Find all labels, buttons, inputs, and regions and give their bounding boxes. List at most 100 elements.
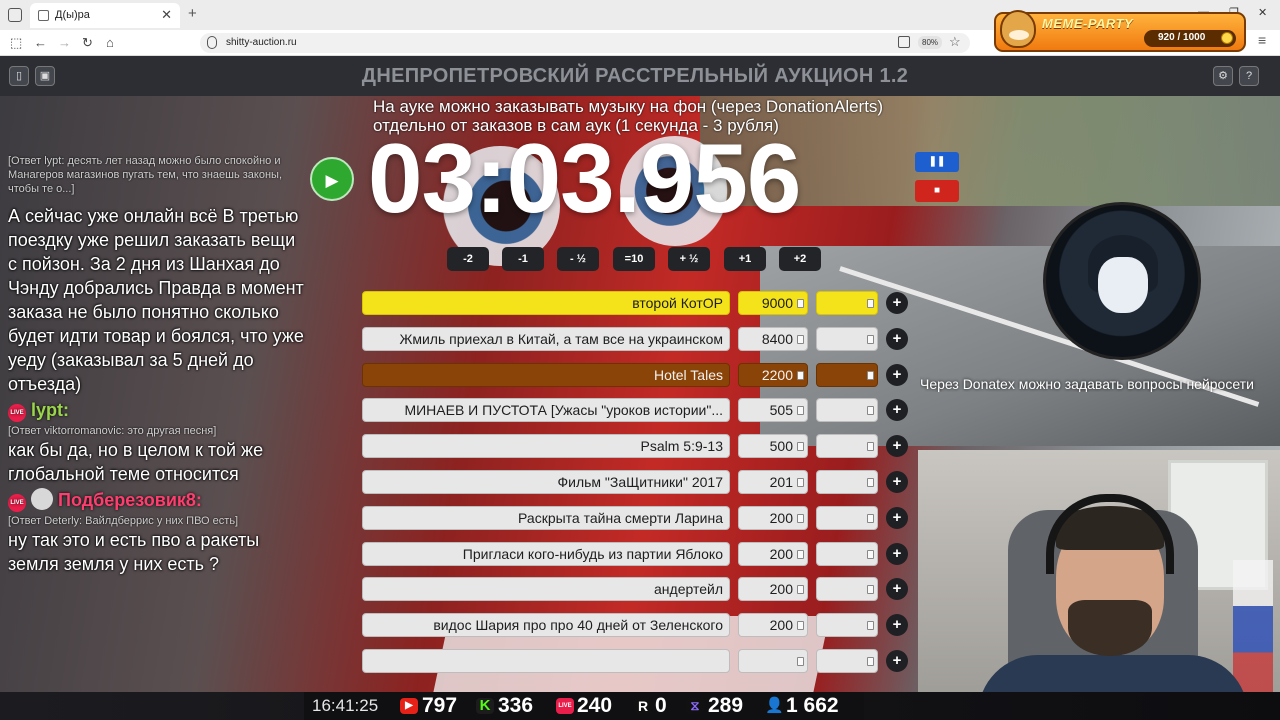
bookmark-star-icon[interactable]: ☆ [949, 34, 961, 50]
lot-add-amount-input[interactable] [816, 398, 878, 422]
amount-spinner-icon[interactable] [797, 550, 804, 559]
reader-view-icon[interactable] [898, 36, 910, 48]
lot-add-button[interactable]: + [886, 507, 908, 529]
back-icon[interactable]: ← [34, 34, 47, 52]
lot-name-input[interactable]: Жмиль приехал в Китай, а там все на укра… [362, 327, 730, 351]
amount-spinner-icon[interactable] [797, 585, 804, 594]
lot-name-input[interactable]: Фильм "ЗаЩитники" 2017 [362, 470, 730, 494]
url-text[interactable]: shitty-auction.ru [226, 37, 297, 48]
lot-name-input[interactable]: андертейл [362, 577, 730, 601]
zoom-level[interactable]: 80% [918, 36, 943, 49]
lot-add-amount-input[interactable] [816, 649, 878, 673]
add-spinner-icon[interactable] [867, 550, 874, 559]
panel-toggle-icon[interactable]: ▯ [9, 66, 29, 86]
play-button[interactable]: ▶ [310, 157, 354, 201]
lot-add-button[interactable]: + [886, 471, 908, 493]
amount-spinner-icon[interactable] [797, 514, 804, 523]
lot-name-input[interactable]: Пригласи кого-нибудь из партии Яблоко [362, 542, 730, 566]
lot-amount-input[interactable]: 200 [738, 577, 808, 601]
lot-add-button[interactable]: + [886, 578, 908, 600]
settings-gear-icon[interactable]: ⚙ [1213, 66, 1233, 86]
close-window-icon[interactable]: ✕ [1258, 6, 1267, 19]
timer-adjust-button[interactable]: -2 [447, 247, 489, 271]
timer-adjust-button[interactable]: =10 [613, 247, 655, 271]
lot-add-button[interactable]: + [886, 399, 908, 421]
add-spinner-icon[interactable] [867, 514, 874, 523]
timer-adjust-button[interactable]: + ½ [668, 247, 710, 271]
lot-add-amount-input[interactable] [816, 434, 878, 458]
home-icon[interactable]: ⌂ [106, 34, 114, 52]
lot-add-button[interactable]: + [886, 543, 908, 565]
doge-icon [1000, 10, 1036, 48]
lot-name-input[interactable] [362, 649, 730, 673]
amount-spinner-icon[interactable] [797, 335, 804, 344]
amount-spinner-icon[interactable] [797, 621, 804, 630]
lot-add-button[interactable]: + [886, 614, 908, 636]
amount-spinner-icon[interactable] [797, 657, 804, 666]
timer-adjust-button[interactable]: -1 [502, 247, 544, 271]
timer-adjust-button[interactable]: +1 [724, 247, 766, 271]
lot-add-button[interactable]: + [886, 328, 908, 350]
add-spinner-icon[interactable] [867, 406, 874, 415]
lot-amount-input[interactable]: 2200 [738, 363, 808, 387]
amount-spinner-icon[interactable] [797, 371, 804, 380]
amount-spinner-icon[interactable] [797, 299, 804, 308]
lot-amount-input[interactable]: 505 [738, 398, 808, 422]
site-info-icon[interactable] [207, 36, 217, 49]
add-spinner-icon[interactable] [867, 478, 874, 487]
meme-party-title: MEME-PARTY [1042, 16, 1134, 31]
lot-add-amount-input[interactable] [816, 327, 878, 351]
timer-adjust-button[interactable]: +2 [779, 247, 821, 271]
lot-add-amount-input[interactable] [816, 363, 878, 387]
add-spinner-icon[interactable] [867, 299, 874, 308]
lot-amount-input[interactable] [738, 649, 808, 673]
lot-name-input[interactable]: Раскрыта тайна смерти Ларина [362, 506, 730, 530]
lot-name-input[interactable]: Hotel Tales [362, 363, 730, 387]
add-spinner-icon[interactable] [867, 371, 874, 380]
lot-add-button[interactable]: + [886, 364, 908, 386]
amount-spinner-icon[interactable] [797, 406, 804, 415]
add-spinner-icon[interactable] [867, 442, 874, 451]
lot-amount-input[interactable]: 8400 [738, 327, 808, 351]
sidebar-toggle-icon[interactable] [8, 8, 22, 22]
stop-button[interactable]: ■ [915, 180, 959, 202]
lot-amount-input[interactable]: 200 [738, 506, 808, 530]
save-icon[interactable]: ▣ [35, 66, 55, 86]
lot-add-amount-input[interactable] [816, 506, 878, 530]
browser-tab[interactable]: Д(ы)ра ✕ [30, 3, 180, 28]
lot-add-button[interactable]: + [886, 292, 908, 314]
tab-close-icon[interactable]: ✕ [161, 7, 172, 23]
add-spinner-icon[interactable] [867, 585, 874, 594]
add-spinner-icon[interactable] [867, 657, 874, 666]
add-spinner-icon[interactable] [867, 335, 874, 344]
address-bar[interactable]: shitty-auction.ru 80% ☆ [200, 33, 970, 53]
lot-name-input[interactable]: Psalm 5:9-13 [362, 434, 730, 458]
amount-spinner-icon[interactable] [797, 478, 804, 487]
lot-add-amount-input[interactable] [816, 542, 878, 566]
pause-button[interactable]: ❚❚ [915, 152, 959, 172]
extension-icon[interactable]: ⬚ [10, 34, 22, 52]
lot-add-amount-input[interactable] [816, 470, 878, 494]
lot-add-amount-input[interactable] [816, 291, 878, 315]
new-tab-button[interactable]: + [188, 5, 197, 22]
reload-icon[interactable]: ↻ [82, 34, 93, 52]
lot-add-button[interactable]: + [886, 435, 908, 457]
lot-name-input[interactable]: видос Шария про про 40 дней от Зеленског… [362, 613, 730, 637]
lot-amount-input[interactable]: 9000 [738, 291, 808, 315]
forward-icon[interactable]: → [58, 34, 71, 52]
lot-amount-input[interactable]: 200 [738, 542, 808, 566]
lot-amount-input[interactable]: 200 [738, 613, 808, 637]
lot-amount-input[interactable]: 201 [738, 470, 808, 494]
timer-adjust-button[interactable]: - ½ [557, 247, 599, 271]
lot-name-input[interactable]: второй КотОР [362, 291, 730, 315]
add-spinner-icon[interactable] [867, 621, 874, 630]
amount-spinner-icon[interactable] [797, 442, 804, 451]
lot-name-input[interactable]: МИНАЕВ И ПУСТОТА [Ужасы "уроков истории"… [362, 398, 730, 422]
youtube-icon: ▶ [400, 698, 418, 714]
help-icon[interactable]: ? [1239, 66, 1259, 86]
lot-amount-input[interactable]: 500 [738, 434, 808, 458]
lot-add-amount-input[interactable] [816, 577, 878, 601]
lot-add-amount-input[interactable] [816, 613, 878, 637]
menu-icon[interactable]: ≡ [1258, 32, 1266, 48]
lot-add-button[interactable]: + [886, 650, 908, 672]
